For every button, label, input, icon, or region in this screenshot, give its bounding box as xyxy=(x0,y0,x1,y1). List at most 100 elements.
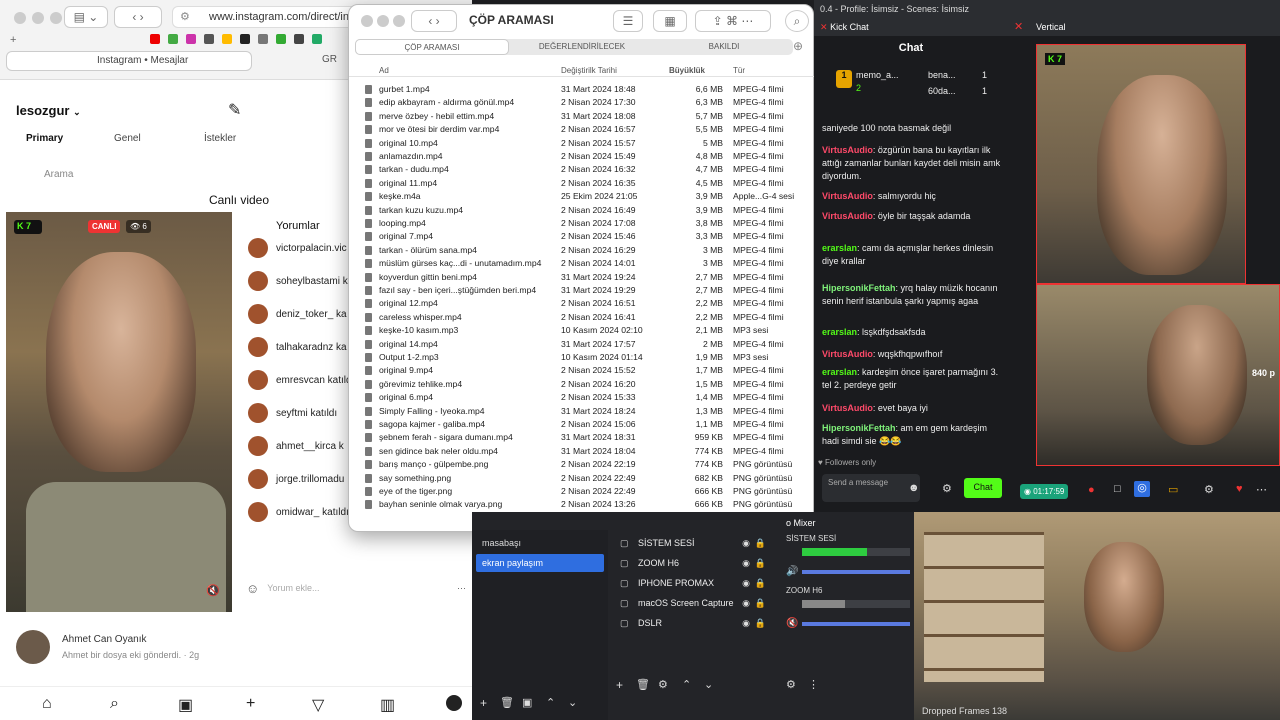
lock-icon[interactable]: 🔒 xyxy=(755,618,766,629)
file-row[interactable]: eye of the tiger.png 2 Nisan 2024 22:49 66… xyxy=(349,485,815,498)
avatar[interactable] xyxy=(248,370,268,390)
more-icon[interactable]: ⋯ xyxy=(1256,483,1267,496)
chat-send-button[interactable]: Chat xyxy=(964,478,1002,498)
close-icon[interactable]: ✕ xyxy=(820,22,828,32)
file-row[interactable]: Simply Falling - Iyeoka.mp4 31 Mart 2024 … xyxy=(349,405,815,418)
file-row[interactable]: tarkan kuzu kuzu.mp4 2 Nisan 2024 16:49 3,… xyxy=(349,204,815,217)
file-row[interactable]: müslüm gürses kaç...di - unutamadım.mp4 2… xyxy=(349,257,815,270)
file-row[interactable]: looping.mp4 2 Nisan 2024 17:08 3,8 MB MPEG-… xyxy=(349,217,815,230)
camera-preview[interactable] xyxy=(914,512,1280,720)
source-item[interactable]: ▢ ZOOM H6 ◉ 🔒 xyxy=(614,554,772,572)
globe-icon[interactable] xyxy=(258,34,268,44)
tab-instagram[interactable]: Instagram • Mesajlar xyxy=(6,51,252,71)
chat-username[interactable]: VirtusAudio xyxy=(822,145,873,155)
lock-icon[interactable]: 🔒 xyxy=(755,538,766,549)
file-row[interactable]: original 9.mp4 2 Nisan 2024 15:52 1,7 MB MP… xyxy=(349,364,815,377)
compose-icon[interactable]: ✎ xyxy=(228,100,241,120)
chat-username[interactable]: erarslan xyxy=(822,243,857,253)
comment-input[interactable]: ☺ Yorum ekle... ··· xyxy=(246,578,466,598)
eye-icon[interactable]: ◉ xyxy=(742,618,750,629)
speaker-icon[interactable]: 🔊 xyxy=(786,566,798,577)
direct-icon[interactable]: ▽ xyxy=(312,695,324,715)
file-row[interactable]: anlamazdın.mp4 2 Nisan 2024 15:49 4,8 MB MP… xyxy=(349,150,815,163)
source-item[interactable]: ▢ SİSTEM SESİ ◉ 🔒 xyxy=(614,534,772,552)
mixer-settings-icon[interactable]: ⚙ xyxy=(786,678,796,691)
eye-icon[interactable]: ◉ xyxy=(742,598,750,609)
grid-view-icon[interactable]: ▦ xyxy=(653,10,687,32)
col-name[interactable]: Ad xyxy=(379,66,389,75)
add-scene-icon[interactable]: + xyxy=(480,696,487,710)
file-row[interactable]: keşke-10 kasım.mp3 10 Kasım 2024 02:10 2,1… xyxy=(349,324,815,337)
avatar[interactable] xyxy=(248,337,268,357)
file-row[interactable]: tarkan - dudu.mp4 2 Nisan 2024 16:32 4,7 M… xyxy=(349,163,815,176)
stop-icon[interactable]: □ xyxy=(1114,483,1121,495)
vertical-preview-bottom[interactable] xyxy=(1036,284,1280,466)
site-settings-icon[interactable]: ⚙ xyxy=(180,10,190,23)
mute-icon[interactable]: 🔇 xyxy=(206,584,220,597)
more-icon[interactable]: ⋮ xyxy=(808,678,819,691)
back-forward-icon[interactable]: ‹ › xyxy=(114,6,162,28)
bookmark-icon[interactable] xyxy=(168,34,178,44)
more-icon[interactable]: ··· xyxy=(457,583,466,593)
col-kind[interactable]: Tür xyxy=(733,66,745,75)
filter-icon[interactable]: ▣ xyxy=(522,696,532,709)
file-row[interactable]: görevimiz tehlike.mp4 2 Nisan 2024 16:20 1… xyxy=(349,378,815,391)
file-row[interactable]: bayhan seninle olmak varya.png 2 Nisan 20… xyxy=(349,498,815,511)
volume-slider[interactable] xyxy=(802,570,910,574)
file-row[interactable]: edip akbayram - aldırma gönül.mp4 2 Nisan… xyxy=(349,96,815,109)
chat-username[interactable]: VirtusAudio xyxy=(822,349,873,359)
tab-requests[interactable]: İstekler xyxy=(204,133,236,144)
gear-icon[interactable]: ⚙ xyxy=(942,482,952,495)
muted-speaker-icon[interactable]: 🔇 xyxy=(786,618,798,629)
col-size[interactable]: Büyüklük xyxy=(669,66,705,75)
record-icon[interactable]: ● xyxy=(1088,484,1095,496)
trash-icon[interactable]: 🗑 xyxy=(500,696,514,709)
trash-icon[interactable]: 🗑 xyxy=(636,678,650,691)
live-video[interactable]: 🔇 xyxy=(6,212,232,612)
add-icon[interactable]: + xyxy=(10,34,16,46)
profile-icon[interactable] xyxy=(446,695,462,711)
avatar[interactable] xyxy=(248,304,268,324)
file-row[interactable]: tarkan - ölürüm sana.mp4 2 Nisan 2024 16:… xyxy=(349,244,815,257)
avatar[interactable] xyxy=(248,436,268,456)
lock-icon[interactable]: 🔒 xyxy=(755,558,766,569)
chat-username[interactable]: HipersonikFettah xyxy=(822,283,896,293)
list-view-icon[interactable]: ☰ xyxy=(613,10,643,32)
move-down-icon[interactable]: ⌄ xyxy=(568,696,577,709)
conversation-item[interactable]: Ahmet Can Oyanık Ahmet bir dosya eki gön… xyxy=(16,630,456,670)
avatar[interactable] xyxy=(248,502,268,522)
bookmark-icon[interactable] xyxy=(294,34,304,44)
minimize-window-button[interactable] xyxy=(377,15,389,27)
account-switcher[interactable]: lesozgur ⌄ xyxy=(16,103,81,118)
bookmark-icon[interactable] xyxy=(312,34,322,44)
tab-trash-search[interactable]: ÇÖP ARAMASI xyxy=(355,39,509,55)
file-row[interactable]: original 11.mp4 2 Nisan 2024 16:35 4,5 MB M… xyxy=(349,177,815,190)
file-row[interactable]: şebnem ferah - sigara dumanı.mp4 31 Mart … xyxy=(349,431,815,444)
chat-message-input[interactable]: Send a message xyxy=(822,474,920,502)
avatar[interactable] xyxy=(248,403,268,423)
file-row[interactable]: careless whisper.mp4 2 Nisan 2024 16:41 2,… xyxy=(349,311,815,324)
screenshot-icon[interactable]: ▭ xyxy=(1168,483,1178,496)
file-row[interactable]: original 10.mp4 2 Nisan 2024 15:57 5 MB MPE… xyxy=(349,137,815,150)
emoji-icon[interactable]: ☺ xyxy=(246,581,259,596)
lock-icon[interactable]: 🔒 xyxy=(755,598,766,609)
avatar[interactable] xyxy=(248,271,268,291)
bookmark-icon[interactable] xyxy=(222,34,232,44)
bookmark-icon[interactable] xyxy=(240,34,250,44)
add-tab-icon[interactable]: ⊕ xyxy=(793,39,803,53)
chat-username[interactable]: VirtusAudio xyxy=(822,211,873,221)
replay-icon[interactable]: ◎ xyxy=(1134,481,1150,497)
file-row[interactable]: sagopa kajmer - galiba.mp4 2 Nisan 2024 1… xyxy=(349,418,815,431)
tab-primary[interactable]: Primary xyxy=(26,133,63,144)
avatar[interactable] xyxy=(248,238,268,258)
chat-username[interactable]: erarslan xyxy=(822,367,857,377)
search-icon[interactable]: ⌕ xyxy=(110,695,119,713)
file-row[interactable]: barış manço - gülpembe.png 2 Nisan 2024 2… xyxy=(349,458,815,471)
zoom-window-button[interactable] xyxy=(393,15,405,27)
file-row[interactable]: fazıl say - ben içeri...ştüğümden beri.m… xyxy=(349,284,815,297)
source-item[interactable]: ▢ macOS Screen Capture ◉ 🔒 xyxy=(614,594,772,612)
search-icon[interactable]: ⌕ xyxy=(785,10,809,32)
youtube-icon[interactable] xyxy=(150,34,160,44)
file-row[interactable]: gurbet 1.mp4 31 Mart 2024 18:48 6,6 MB MPEG… xyxy=(349,83,815,96)
volume-slider[interactable] xyxy=(802,622,910,626)
